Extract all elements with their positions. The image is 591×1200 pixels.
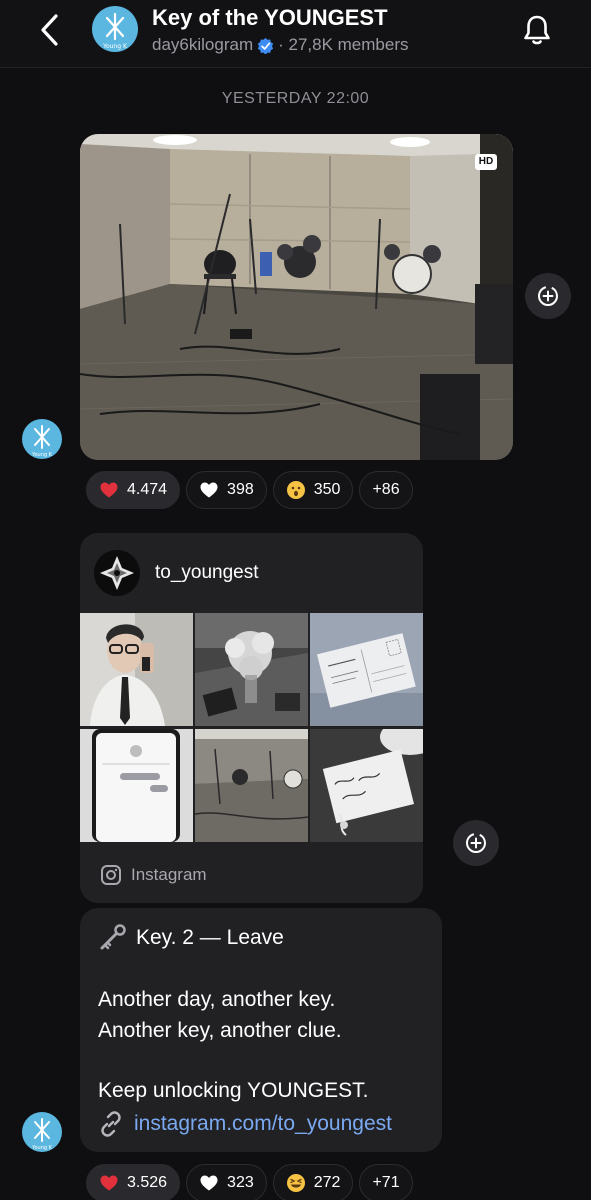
instagram-card-header: to_youngest [94, 550, 259, 596]
grid-image-flowers[interactable] [195, 613, 308, 726]
forward-icon [538, 286, 558, 306]
member-count: · 27,8K members [278, 35, 409, 54]
instagram-icon [101, 865, 121, 885]
message-link-line: instagram.com/to_youngest [98, 1111, 392, 1137]
bell-icon [524, 15, 550, 45]
sender-avatar[interactable]: Young K [22, 419, 62, 459]
grid-image-phone[interactable] [80, 729, 193, 842]
reaction-count: 350 [313, 481, 341, 498]
key-emblem-icon [94, 550, 140, 596]
reaction-count: 398 [227, 481, 254, 498]
white-heart-icon [200, 482, 218, 498]
photo-reactions: 4.474 398 350 +86 [86, 471, 413, 509]
message-body-line: Another key, another clue. [98, 1019, 342, 1042]
reaction-white-heart[interactable]: 398 [186, 471, 267, 509]
reaction-more[interactable]: +71 [359, 1164, 413, 1200]
hd-badge: HD [475, 154, 497, 170]
instagram-source: Instagram [100, 864, 207, 886]
grid-image-portrait[interactable] [80, 613, 193, 726]
verified-badge-icon [257, 37, 274, 54]
channel-title[interactable]: Key of the YOUNGEST [152, 5, 388, 31]
studio-photo[interactable]: HD [80, 134, 513, 460]
message-body-line: Another day, another key. [98, 988, 336, 1011]
reaction-count: 323 [227, 1174, 254, 1191]
reaction-surprised[interactable]: 350 [272, 471, 354, 509]
chat-header: Young K Key of the YOUNGEST day6kilogram… [0, 0, 591, 68]
message-title: Key. 2 — Leave [98, 924, 284, 952]
forward-button[interactable] [453, 820, 499, 866]
reaction-grinning-squint[interactable]: 272 [272, 1164, 354, 1200]
reaction-count: +86 [372, 481, 400, 498]
reaction-more[interactable]: +86 [359, 471, 413, 509]
link-icon [101, 1111, 121, 1137]
message-body-line: Keep unlocking YOUNGEST. [98, 1079, 369, 1102]
red-heart-icon [100, 482, 118, 498]
grid-image-card[interactable] [310, 729, 423, 842]
reaction-count: 4.474 [127, 481, 168, 498]
reaction-white-heart[interactable]: 323 [186, 1164, 267, 1200]
notifications-button[interactable] [519, 12, 555, 48]
white-heart-icon [200, 1175, 218, 1191]
text-reactions: 3.526 323 272 +71 [86, 1164, 413, 1200]
channel-username[interactable]: day6kilogram [152, 35, 253, 55]
reaction-red-heart[interactable]: 3.526 [86, 1164, 181, 1200]
forward-icon [466, 833, 486, 853]
grid-image-postcard[interactable] [310, 613, 423, 726]
reaction-red-heart[interactable]: 4.474 [86, 471, 181, 509]
instagram-link[interactable]: instagram.com/to_youngest [134, 1112, 392, 1136]
reaction-count: 3.526 [127, 1174, 168, 1191]
channel-subtitle: day6kilogram · 27,8K members [152, 35, 409, 55]
studio-photo-image [80, 134, 513, 460]
surprised-face-icon [286, 481, 305, 499]
chevron-left-icon [41, 14, 58, 46]
instagram-image-grid [80, 613, 423, 842]
channel-avatar[interactable]: Young K [92, 6, 138, 52]
forward-button[interactable] [525, 273, 571, 319]
date-separator: YESTERDAY 22:00 [221, 90, 370, 107]
instagram-preview-card[interactable]: to_youngest Instagram [80, 533, 423, 903]
avatar-label: Young K [102, 43, 128, 50]
instagram-username[interactable]: to_youngest [155, 562, 259, 584]
avatar-label: Young K [31, 1145, 53, 1151]
reaction-count: +71 [372, 1174, 400, 1191]
sender-avatar[interactable]: Young K [22, 1112, 62, 1152]
red-heart-icon [100, 1175, 118, 1191]
grid-image-studio[interactable] [195, 729, 308, 842]
text-message-bubble: Key. 2 — Leave Another day, another key.… [80, 908, 442, 1152]
back-button[interactable] [36, 12, 66, 48]
avatar-label: Young K [31, 452, 53, 458]
instagram-label: Instagram [131, 865, 207, 884]
profile-avatar[interactable] [94, 550, 140, 596]
grinning-squint-face-icon [286, 1174, 305, 1192]
message-title-text: Key. 2 — Leave [136, 926, 284, 949]
reaction-count: 272 [313, 1174, 341, 1191]
old-key-icon [100, 924, 126, 950]
